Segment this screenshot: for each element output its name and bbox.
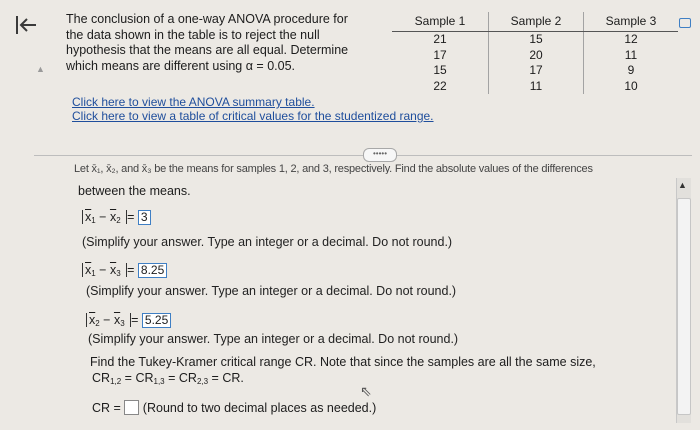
table-header: Sample 1 [392, 12, 489, 32]
cr-hint: (Round to two decimal places as needed.) [142, 401, 377, 415]
link-group: Click here to view the ANOVA summary tab… [72, 95, 434, 123]
table-cell: 15 [488, 31, 584, 48]
back-arrow-icon[interactable] [14, 14, 42, 42]
answer-field[interactable]: 8.25 [137, 263, 168, 278]
hint-text: (Simplify your answer. Type an integer o… [82, 235, 453, 249]
cr-row: CR = (Round to two decimal places as nee… [92, 400, 377, 415]
table-cell: 9 [583, 63, 678, 79]
table-row: 21 15 12 [392, 31, 678, 48]
table-cell: 10 [583, 78, 678, 94]
answer-field[interactable]: 3 [137, 210, 151, 225]
abs-diff-expression: x1 − x3 [82, 263, 128, 278]
table-cell: 17 [433, 47, 447, 62]
table-cell: 11 [583, 47, 678, 63]
table-cell: 12 [583, 31, 678, 48]
tukey-instruction: Find the Tukey-Kramer critical range CR.… [90, 355, 596, 369]
copy-data-icon[interactable] [679, 18, 691, 28]
hint-text: (Simplify your answer. Type an integer o… [88, 332, 459, 346]
table-cell: 15 [433, 63, 447, 77]
expand-button[interactable]: ••••• [363, 148, 397, 162]
table-row: 15 17 9 [392, 63, 678, 79]
table-cell: 22 [433, 78, 447, 93]
anova-summary-link[interactable]: Click here to view the ANOVA summary tab… [72, 95, 434, 109]
data-table: Sample 1 Sample 2 Sample 3 21 15 12 17 2… [392, 12, 678, 94]
diff-1-3-row: x1 − x3 = 8.25 [82, 263, 168, 278]
table-cell: 21 [433, 32, 447, 46]
critical-values-link[interactable]: Click here to view a table of critical v… [72, 109, 434, 123]
question-text: The conclusion of a one-way ANOVA proced… [66, 12, 349, 73]
tukey-equality: CR1,2 = CR1,3 = CR2,3 = CR. [92, 371, 244, 386]
cr-input[interactable] [124, 400, 140, 415]
diff-1-2-row: x1 − x2 = 3 [82, 210, 151, 225]
table-cell: 17 [488, 63, 584, 79]
abs-diff-expression: x1 − x2 [82, 210, 128, 225]
between-text: between the means. [78, 184, 191, 198]
table-header: Sample 3 [583, 12, 678, 32]
hint-text: (Simplify your answer. Type an integer o… [86, 284, 457, 298]
scrollbar-thumb[interactable] [677, 198, 691, 415]
diff-2-3-row: x2 − x3 = 5.25 [86, 313, 172, 328]
table-cell: 11 [488, 78, 584, 94]
mouse-cursor-icon: ⇖ [360, 383, 372, 399]
table-row: 22 11 10 [392, 78, 678, 94]
answer-field[interactable]: 5.25 [141, 313, 172, 328]
collapse-arrow-icon[interactable]: ▲ [36, 64, 50, 80]
table-header: Sample 2 [488, 12, 584, 32]
abs-diff-expression: x2 − x3 [86, 313, 132, 328]
table-cell: 20 [488, 47, 584, 63]
clipped-instruction: Let x̄₁, x̄₂, and x̄₃ be the means for s… [74, 164, 593, 174]
scroll-up-icon[interactable]: ▲ [678, 180, 687, 190]
table-row: 17 20 11 [392, 47, 678, 63]
